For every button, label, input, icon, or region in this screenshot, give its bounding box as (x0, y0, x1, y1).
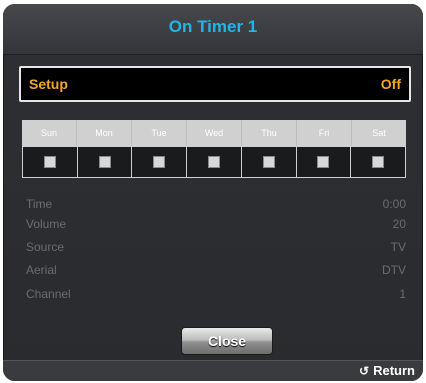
day-cell-thu (240, 147, 296, 177)
dialog-title: On Timer 1 (168, 17, 258, 36)
day-label-tue: Tue (131, 120, 186, 146)
title-bar: On Timer 1 (3, 4, 423, 55)
return-icon: ↺ (359, 364, 370, 378)
close-button[interactable]: Close (181, 327, 273, 355)
setting-value: 1 (399, 287, 406, 301)
day-cell-sat (350, 147, 405, 177)
day-cell-wed (186, 147, 241, 177)
day-cell-sun (23, 147, 77, 177)
footer-bar: ↺ Return (3, 360, 423, 381)
on-timer-dialog: On Timer 1 Setup Off Sun Mon Tue Wed Thu… (3, 4, 423, 381)
checkbox-sun[interactable] (43, 156, 56, 168)
setting-label: Source (26, 240, 65, 254)
day-label-fri: Fri (296, 120, 351, 146)
setting-label: Time (26, 197, 53, 211)
setting-label: Volume (26, 217, 67, 231)
setting-label: Aerial (26, 263, 57, 277)
setup-row[interactable]: Setup Off (19, 66, 411, 102)
day-label-wed: Wed (186, 120, 241, 146)
day-label-thu: Thu (241, 120, 296, 146)
setting-value: DTV (382, 263, 406, 277)
setup-label: Setup (29, 76, 68, 92)
day-cell-fri (295, 147, 351, 177)
day-label-sat: Sat (351, 120, 406, 146)
setting-label: Channel (26, 287, 71, 301)
day-label-mon: Mon (76, 120, 131, 146)
day-selector: Sun Mon Tue Wed Thu Fri Sat (22, 120, 406, 180)
checkbox-wed[interactable] (208, 156, 221, 168)
setup-value: Off (380, 76, 401, 92)
day-checkbox-row (22, 146, 406, 178)
return-hint[interactable]: ↺ Return (359, 363, 415, 378)
day-label-sun: Sun (40, 128, 57, 138)
setting-value: TV (390, 240, 406, 254)
return-label: Return (373, 363, 415, 378)
checkbox-thu[interactable] (262, 156, 275, 168)
checkbox-fri[interactable] (317, 156, 330, 168)
setting-value: 0:00 (382, 197, 406, 211)
day-cell-tue (131, 147, 186, 177)
checkbox-mon[interactable] (98, 156, 111, 168)
checkbox-tue[interactable] (153, 156, 166, 168)
setting-value: 20 (392, 217, 406, 231)
checkbox-sat[interactable] (372, 156, 385, 168)
day-cell-mon (76, 147, 132, 177)
day-header-row: Sun Mon Tue Wed Thu Fri Sat (22, 120, 406, 146)
